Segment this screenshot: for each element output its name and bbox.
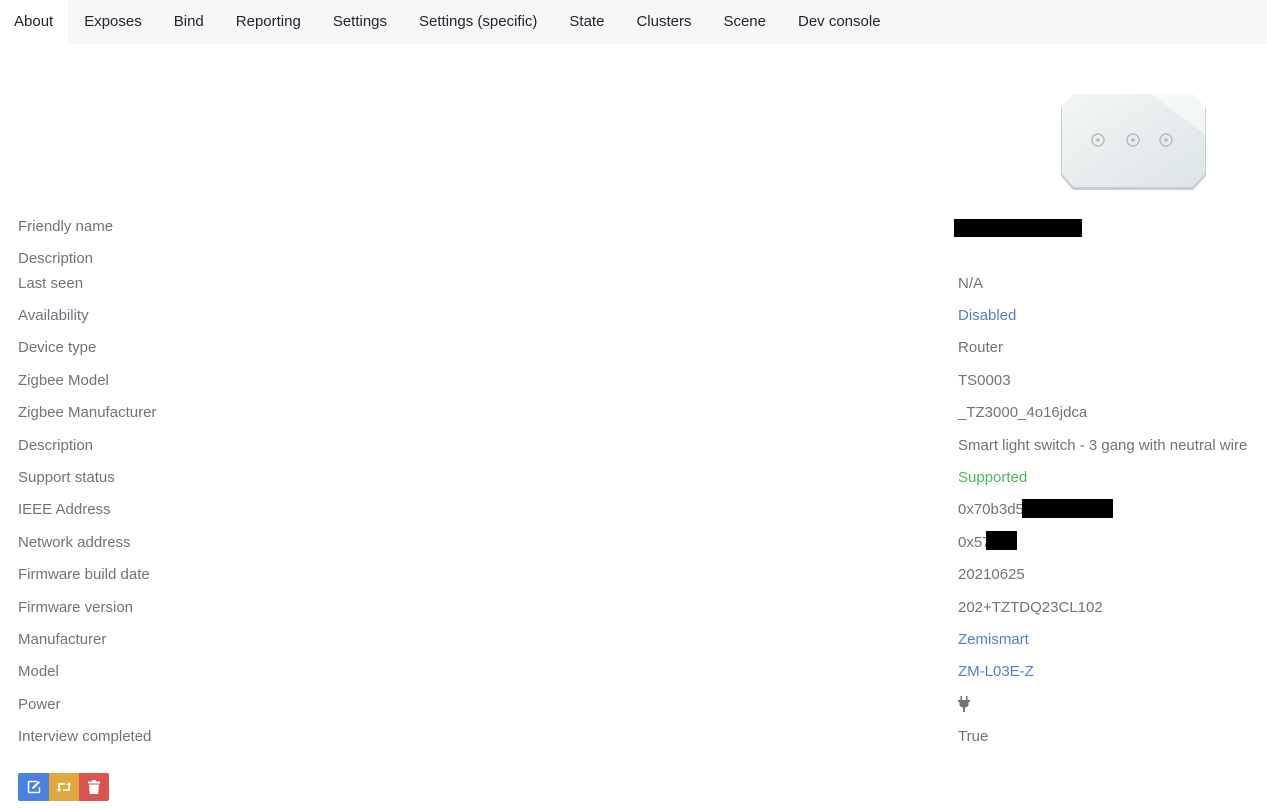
- row-support-status: Support status Supported: [0, 466, 1267, 490]
- availability-label: Availability: [18, 307, 89, 324]
- row-network-address: Network address 0x57: [0, 531, 1267, 555]
- zigbee-manufacturer-value: _TZ3000_4o16jdca: [958, 404, 1088, 421]
- friendly-name-label: Friendly name: [18, 218, 114, 235]
- row-interview-completed: Interview completed True: [0, 725, 1267, 749]
- zigbee-model-value: TS0003: [958, 372, 1011, 389]
- row-user-description: Description: [0, 247, 1267, 271]
- row-zigbee-manufacturer: Zigbee Manufacturer _TZ3000_4o16jdca: [0, 401, 1267, 425]
- device-type-label: Device type: [18, 339, 97, 356]
- power-label: Power: [18, 696, 61, 713]
- device-actions: [18, 773, 109, 801]
- remove-button[interactable]: [79, 773, 109, 801]
- tab-reporting[interactable]: Reporting: [220, 0, 317, 44]
- row-firmware-version: Firmware version 202+TZTDQ23CL102: [0, 596, 1267, 620]
- ieee-address-value: 0x70b3d5: [958, 501, 1024, 518]
- support-status-label: Support status: [18, 469, 115, 486]
- trash-icon: [88, 780, 100, 794]
- device-type-value: Router: [958, 339, 1004, 356]
- firmware-version-label: Firmware version: [18, 599, 134, 616]
- user-description-label: Description: [18, 250, 94, 267]
- model-link[interactable]: ZM-L03E-Z: [958, 660, 1034, 684]
- availability-link[interactable]: Disabled: [958, 304, 1016, 328]
- tab-bar: About Exposes Bind Reporting Settings Se…: [0, 0, 1267, 44]
- tab-state[interactable]: State: [553, 0, 620, 44]
- row-availability: Availability Disabled: [0, 304, 1267, 328]
- tab-settings-specific[interactable]: Settings (specific): [403, 0, 553, 44]
- tab-about[interactable]: About: [0, 0, 69, 44]
- row-firmware-build-date: Firmware build date 20210625: [0, 563, 1267, 587]
- firmware-build-date-value: 20210625: [958, 566, 1025, 583]
- row-power: Power: [0, 693, 1267, 717]
- interview-completed-value: True: [958, 728, 989, 745]
- support-status-link[interactable]: Supported: [958, 466, 1027, 490]
- tab-scene[interactable]: Scene: [707, 0, 782, 44]
- manufacturer-link[interactable]: Zemismart: [958, 628, 1029, 652]
- reconfigure-button[interactable]: [49, 773, 79, 801]
- last-seen-label: Last seen: [18, 275, 84, 292]
- network-address-label: Network address: [18, 534, 131, 551]
- tab-clusters[interactable]: Clusters: [620, 0, 707, 44]
- retweet-icon: [56, 782, 72, 792]
- edit-icon: [27, 780, 40, 794]
- tab-exposes[interactable]: Exposes: [68, 0, 158, 44]
- power-value: [958, 693, 970, 717]
- interview-completed-label: Interview completed: [18, 728, 152, 745]
- rename-button[interactable]: [18, 773, 49, 801]
- zigbee-manufacturer-label: Zigbee Manufacturer: [18, 404, 157, 421]
- device-image: [1061, 94, 1206, 190]
- row-manufacturer: Manufacturer Zemismart: [0, 628, 1267, 652]
- last-seen-value: N/A: [958, 275, 984, 292]
- tab-bind[interactable]: Bind: [158, 0, 220, 44]
- zigbee-model-label: Zigbee Model: [18, 372, 109, 389]
- firmware-version-value: 202+TZTDQ23CL102: [958, 599, 1103, 616]
- row-description: Description Smart light switch - 3 gang …: [0, 434, 1267, 458]
- tab-settings[interactable]: Settings: [317, 0, 403, 44]
- ieee-address-label: IEEE Address: [18, 501, 111, 518]
- plug-icon: [958, 696, 970, 712]
- row-last-seen: Last seen N/A: [0, 272, 1267, 296]
- row-friendly-name: Friendly name: [0, 215, 1267, 239]
- redacted-friendly-name: [954, 219, 1082, 237]
- description-value: Smart light switch - 3 gang with neutral…: [958, 437, 1248, 454]
- manufacturer-label: Manufacturer: [18, 631, 107, 648]
- redacted-network-address: [986, 531, 1017, 550]
- description-label: Description: [18, 437, 94, 454]
- firmware-build-date-label: Firmware build date: [18, 566, 150, 583]
- row-ieee-address: IEEE Address 0x70b3d5: [0, 498, 1267, 522]
- model-label: Model: [18, 663, 59, 680]
- row-device-type: Device type Router: [0, 336, 1267, 360]
- row-model: Model ZM-L03E-Z: [0, 660, 1267, 684]
- tab-dev-console[interactable]: Dev console: [782, 0, 897, 44]
- redacted-ieee-address: [1022, 499, 1113, 518]
- row-zigbee-model: Zigbee Model TS0003: [0, 369, 1267, 393]
